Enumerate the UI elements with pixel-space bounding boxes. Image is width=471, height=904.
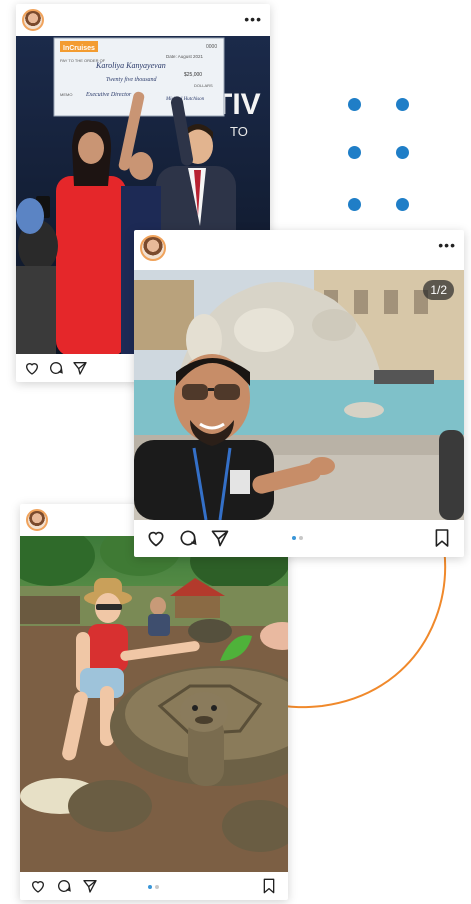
comment-bubble-icon[interactable]: [178, 528, 198, 548]
like-heart-icon[interactable]: [30, 878, 46, 894]
like-heart-icon[interactable]: [24, 360, 40, 376]
check-memo-label: MEMO: [60, 92, 72, 97]
carousel-counter: 1/2: [423, 280, 454, 300]
blue-dot: [348, 98, 361, 111]
share-send-icon[interactable]: [82, 878, 98, 894]
check-date: Date: August 2021: [166, 54, 204, 59]
more-options-icon[interactable]: •••: [438, 238, 456, 252]
avatar[interactable]: [26, 509, 48, 531]
post-photo[interactable]: 1/2: [134, 270, 464, 520]
check-signature: Michael Hutchison: [165, 97, 205, 102]
comment-bubble-icon[interactable]: [56, 878, 72, 894]
share-send-icon[interactable]: [72, 360, 88, 376]
post-actions: [134, 522, 464, 552]
post-card-tortoise: [20, 504, 288, 900]
check-amount: $25,000: [184, 72, 202, 78]
check-brand: InCruises: [63, 45, 95, 52]
more-options-icon[interactable]: •••: [244, 12, 262, 26]
blue-dot: [396, 98, 409, 111]
post-header: •••: [16, 4, 270, 38]
carousel-indicator: [148, 885, 159, 889]
fountain-photo-scene: [134, 270, 464, 520]
tortoise-photo-scene: [20, 536, 288, 872]
check-number: 0000: [206, 44, 217, 50]
avatar[interactable]: [22, 9, 44, 31]
check-memo: Executive Director: [85, 92, 132, 98]
avatar[interactable]: [140, 235, 166, 261]
post-card-fountain: ••• 1/2: [134, 230, 464, 557]
carousel-dot: [299, 536, 303, 540]
check-dollars-label: DOLLARS: [194, 83, 213, 88]
blue-dot: [396, 146, 409, 159]
comment-bubble-icon[interactable]: [48, 360, 64, 376]
like-heart-icon[interactable]: [146, 528, 166, 548]
carousel-dot-active: [292, 536, 296, 540]
post-header: •••: [134, 230, 464, 264]
carousel-dot: [155, 885, 159, 889]
banner-subtext: TO: [230, 124, 248, 139]
post-photo[interactable]: [20, 536, 288, 872]
share-send-icon[interactable]: [210, 528, 230, 548]
bookmark-icon[interactable]: [262, 878, 276, 894]
carousel-indicator: [292, 536, 303, 540]
blue-dot: [348, 198, 361, 211]
bookmark-icon[interactable]: [434, 528, 450, 548]
check-amount-words: Twenty five thousand: [106, 76, 158, 83]
post-actions: [20, 872, 288, 902]
carousel-dot-active: [148, 885, 152, 889]
check-payee: Karoliya Kanyayevan: [95, 61, 166, 70]
blue-dot: [348, 146, 361, 159]
blue-dot: [396, 198, 409, 211]
